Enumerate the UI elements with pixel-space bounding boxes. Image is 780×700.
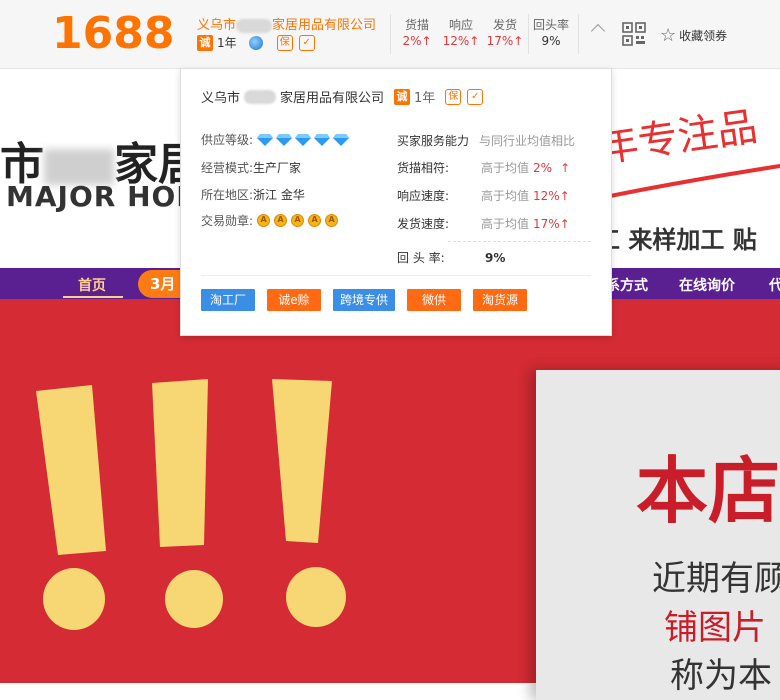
notice-text-line: 称为本 <box>670 656 772 696</box>
repeat-rate: 回头率 9% <box>532 18 569 48</box>
shop-badges: 诚 1年 保 ✓ <box>197 34 315 51</box>
business-mode: 经营模式: 生产厂家 <box>201 161 302 175</box>
service-header: 买家服务能力 与同行业均值相比 <box>397 134 576 148</box>
up-arrow-icon: ↑ <box>560 160 571 175</box>
service-row: 货描相符: 高于均值 2% ↑ <box>397 160 571 176</box>
nav-home[interactable]: 首页 <box>78 275 106 295</box>
diamond-rating <box>257 133 352 146</box>
nav-home-underline <box>63 296 123 298</box>
metric-shipping: 发货 17%↑ <box>486 18 524 48</box>
slogan-swoosh <box>610 164 780 198</box>
diamond-icon <box>276 133 293 146</box>
favorite-button[interactable]: ☆ 收藏领券 <box>660 25 727 46</box>
tag-weigong[interactable]: 微供 <box>407 289 461 311</box>
shop-info-popup: 义乌市 家居用品有限公司 诚 1年 保 ✓ 供应等级: 经营模式: 生产厂家 所在地… <box>180 68 612 336</box>
hero-english: MAJOR HOM <box>6 180 206 213</box>
trade-medals: 交易勋章: AAAAA <box>201 212 342 229</box>
nav-inquiry[interactable]: 在线询价 <box>679 275 735 295</box>
exclamation-marks-graphic <box>36 379 346 630</box>
hero-process: 工 来样加工 贴 <box>596 226 757 254</box>
up-arrow-icon: ↑ <box>559 216 570 231</box>
nav-contact[interactable]: 系方式 <box>606 275 648 295</box>
shop-name-link[interactable]: 义乌市 家居用品有限公司 <box>197 14 376 33</box>
notice-title: 本店 <box>636 448 780 533</box>
up-arrow-icon: ↑ <box>559 188 570 203</box>
chengxintong-icon[interactable]: 诚 <box>394 88 411 105</box>
certified-icon[interactable]: ✓ <box>467 88 484 105</box>
membership-years: 1年 <box>217 36 237 50</box>
service-row: 发货速度: 高于均值 17% ↑ <box>397 216 570 232</box>
supplier-level: 供应等级: <box>201 131 352 148</box>
medal-icon: A <box>308 214 322 227</box>
metric-description: 货描 2%↑ <box>402 18 432 48</box>
star-icon: ☆ <box>660 25 677 46</box>
diamond-icon <box>333 133 350 146</box>
medal-icon: A <box>325 214 339 227</box>
top-bar: 1688 义乌市 家居用品有限公司 诚 1年 保 ✓ 货描 2%↑ 响应 12%↑… <box>0 0 780 69</box>
shop-metrics[interactable]: 货描 2%↑ 响应 12%↑ 发货 17%↑ <box>395 16 527 48</box>
diamond-icon <box>295 133 312 146</box>
certified-icon[interactable]: ✓ <box>298 34 315 51</box>
medal-icon: A <box>274 214 288 227</box>
membership-years: 1年 <box>414 91 436 106</box>
divider <box>578 14 579 54</box>
medal-icon: A <box>291 214 305 227</box>
blurred-text <box>236 18 273 33</box>
notice-text-line: 铺图片 <box>664 608 766 648</box>
repeat-rate: 回 头 率: 9% <box>397 250 506 266</box>
divider <box>390 14 391 54</box>
site-logo[interactable]: 1688 <box>52 8 174 59</box>
popup-shop-name[interactable]: 义乌市 家居用品有限公司 诚 1年 保 ✓ <box>201 87 484 106</box>
wangwang-chat-icon[interactable] <box>248 35 263 50</box>
tag-cross-border[interactable]: 跨境专供 <box>333 289 395 311</box>
tag-taohuoyuan[interactable]: 淘货源 <box>473 289 527 311</box>
region: 所在地区: 浙江 金华 <box>201 188 305 202</box>
service-row: 响应速度: 高于均值 12% ↑ <box>397 188 570 204</box>
tag-chengeshe[interactable]: 诚e赊 <box>267 289 321 311</box>
blurred-text <box>244 89 277 104</box>
chengxintong-icon[interactable]: 诚 <box>197 34 213 51</box>
tag-taogongchang[interactable]: 淘工厂 <box>201 289 255 311</box>
divider <box>448 241 591 242</box>
metric-response: 响应 12%↑ <box>442 18 480 48</box>
diamond-icon <box>314 133 331 146</box>
guarantee-icon[interactable]: 保 <box>276 34 293 51</box>
chevron-up-icon[interactable] <box>590 23 606 39</box>
divider <box>201 275 591 276</box>
guarantee-icon[interactable]: 保 <box>445 88 462 105</box>
medal-icon: A <box>257 214 271 227</box>
diamond-icon <box>257 133 274 146</box>
notice-text-line: 近期有顾 <box>652 559 780 599</box>
qr-code-icon[interactable] <box>622 22 646 46</box>
medal-rating: AAAAA <box>257 214 342 227</box>
nav-more[interactable]: 代 <box>769 275 780 295</box>
